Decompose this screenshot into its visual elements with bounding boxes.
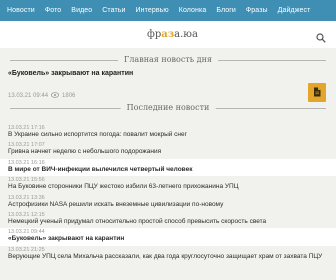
section-title: Главная новость дня (118, 54, 218, 66)
nav-item-blogs[interactable]: Блоги (211, 0, 241, 21)
news-headline[interactable]: Верующие УПЦ села Михальча рассказали, к… (8, 253, 336, 261)
latest-news-list: 13.03.21 17:16 В Украине сильно испортит… (0, 124, 336, 263)
document-button[interactable] (308, 83, 326, 102)
nav-item-interview[interactable]: Интервью (131, 0, 174, 21)
nav-item-video[interactable]: Видео (66, 0, 97, 21)
main-news-timestamp: 13.03.21 09:44 (8, 93, 49, 99)
document-icon (313, 84, 321, 102)
latest-news-heading: Последние новости (0, 102, 336, 114)
nav-item-column[interactable]: Колонка (174, 0, 212, 21)
news-headline[interactable]: Немецкий ученый придумал относительно пр… (8, 218, 336, 226)
news-time: 13.03.21 09:44 (8, 229, 45, 236)
list-item[interactable]: 13.03.21 16:16 В мире от ВИЧ-инфекции вы… (0, 158, 336, 177)
section-title: Последние новости (120, 102, 216, 114)
nav-item-digest[interactable]: Дайджест (273, 0, 316, 21)
list-item[interactable]: 13.03.21 17:16 В Украине сильно испортит… (0, 124, 336, 141)
search-icon[interactable] (316, 30, 326, 43)
main-news-title[interactable]: «Буковель» закрывают на карантин (8, 70, 133, 77)
list-item[interactable]: 13.03.21 12:15 Немецкий ученый придумал … (0, 211, 336, 228)
logo-text-end: а.юа (174, 29, 198, 40)
site-logo[interactable]: фраза.юа (147, 29, 198, 40)
eye-icon (51, 92, 60, 100)
main-news-views: 1806 (62, 93, 76, 99)
news-headline[interactable]: В Украине сильно испортится погода: пова… (8, 131, 336, 139)
news-headline[interactable]: На Буковине сторонники ПЦУ жестоко избил… (8, 183, 336, 191)
nav-item-photo[interactable]: Фото (40, 0, 66, 21)
nav-item-phrases[interactable]: Фразы (241, 0, 273, 21)
main-news-heading: Главная новость дня (0, 54, 336, 66)
top-navigation: Новости Фото Видео Статьи Интервью Колон… (0, 0, 336, 21)
news-time: 13.03.21 17:16 (8, 125, 45, 131)
news-time: 13.03.21 12:15 (8, 211, 45, 218)
list-item[interactable]: 13.03.21 09:44 «Буковель» закрывают на к… (0, 228, 336, 246)
logo-text-start: фр (147, 29, 162, 40)
list-item[interactable]: 13.03.21 17:07 Гривна начнет неделю с не… (0, 141, 336, 158)
list-item[interactable]: 13.03.21 15:56 На Буковине сторонники ПЦ… (0, 176, 336, 193)
news-headline[interactable]: Астрофизики NASA решили искать внеземные… (8, 201, 336, 209)
news-headline[interactable]: «Буковель» закрывают на карантин (8, 235, 336, 243)
news-time: 13.03.21 21:25 (8, 246, 45, 253)
news-time: 13.03.21 16:16 (8, 159, 45, 166)
list-item[interactable]: 13.03.21 21:25 Верующие УПЦ села Михальч… (0, 246, 336, 263)
main-news-meta: 13.03.21 09:44 1806 (8, 92, 75, 100)
logo-text-accent: аз (161, 29, 175, 40)
news-time: 13.03.21 13:36 (8, 194, 45, 201)
nav-item-articles[interactable]: Статьи (97, 0, 130, 21)
news-headline[interactable]: Гривна начнет неделю с небольшого подоро… (8, 148, 336, 156)
news-headline[interactable]: В мире от ВИЧ-инфекции вылечился четверт… (8, 166, 336, 174)
list-item[interactable]: 13.03.21 13:36 Астрофизики NASA решили и… (0, 194, 336, 211)
nav-item-news[interactable]: Новости (0, 0, 40, 21)
header: фраза.юа (0, 21, 336, 48)
